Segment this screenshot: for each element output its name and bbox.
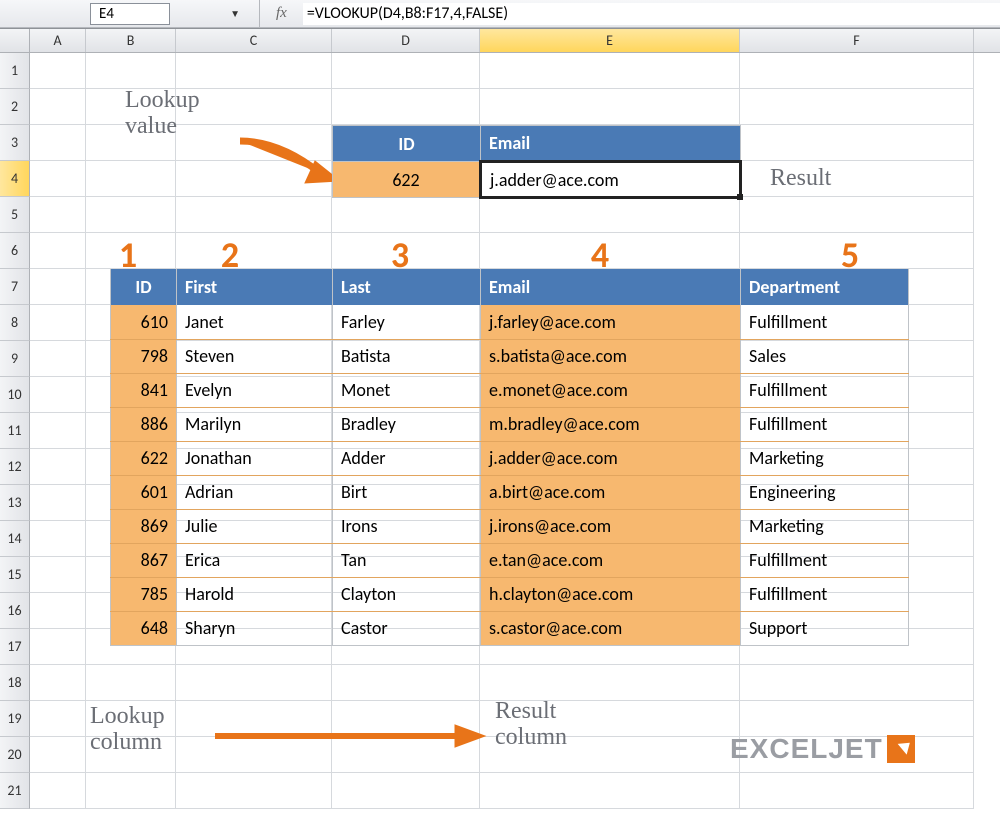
- fx-icon[interactable]: fx: [260, 5, 303, 22]
- column-header-E[interactable]: E: [480, 29, 740, 52]
- row-header-3[interactable]: 3: [0, 125, 30, 161]
- name-box-container: ▼: [0, 0, 260, 27]
- row-header-6[interactable]: 6: [0, 233, 30, 269]
- row-header-21[interactable]: 21: [0, 773, 30, 809]
- row-header-19[interactable]: 19: [0, 701, 30, 737]
- row-header-10[interactable]: 10: [0, 377, 30, 413]
- row-header-17[interactable]: 17: [0, 629, 30, 665]
- row-header-4[interactable]: 4: [0, 161, 30, 197]
- row-header-13[interactable]: 13: [0, 485, 30, 521]
- row-headers-column: 123456789101112131415161718192021: [0, 53, 30, 809]
- name-box[interactable]: [90, 3, 170, 25]
- row-header-14[interactable]: 14: [0, 521, 30, 557]
- row-header-9[interactable]: 9: [0, 341, 30, 377]
- row-header-15[interactable]: 15: [0, 557, 30, 593]
- column-header-F[interactable]: F: [740, 29, 974, 52]
- row-header-11[interactable]: 11: [0, 413, 30, 449]
- formula-bar[interactable]: [303, 3, 1000, 25]
- row-header-1[interactable]: 1: [0, 53, 30, 89]
- column-header-A[interactable]: A: [30, 29, 86, 52]
- column-header-B[interactable]: B: [86, 29, 176, 52]
- column-header-D[interactable]: D: [332, 29, 480, 52]
- row-header-18[interactable]: 18: [0, 665, 30, 701]
- row-header-2[interactable]: 2: [0, 89, 30, 125]
- row-header-5[interactable]: 5: [0, 197, 30, 233]
- row-header-20[interactable]: 20: [0, 737, 30, 773]
- name-box-dropdown-icon[interactable]: ▼: [170, 7, 250, 20]
- row-header-16[interactable]: 16: [0, 593, 30, 629]
- spreadsheet-grid: A B C D E F 1234567891011121314151617181…: [0, 28, 1000, 809]
- excel-top-bar: ▼ fx: [0, 0, 1000, 28]
- select-all-corner[interactable]: [0, 29, 30, 52]
- column-header-C[interactable]: C: [176, 29, 332, 52]
- row-header-8[interactable]: 8: [0, 305, 30, 341]
- row-header-7[interactable]: 7: [0, 269, 30, 305]
- row-header-12[interactable]: 12: [0, 449, 30, 485]
- cells-area[interactable]: Lookup value ID Email 622: [30, 53, 1000, 809]
- column-headers-row: A B C D E F: [0, 29, 1000, 53]
